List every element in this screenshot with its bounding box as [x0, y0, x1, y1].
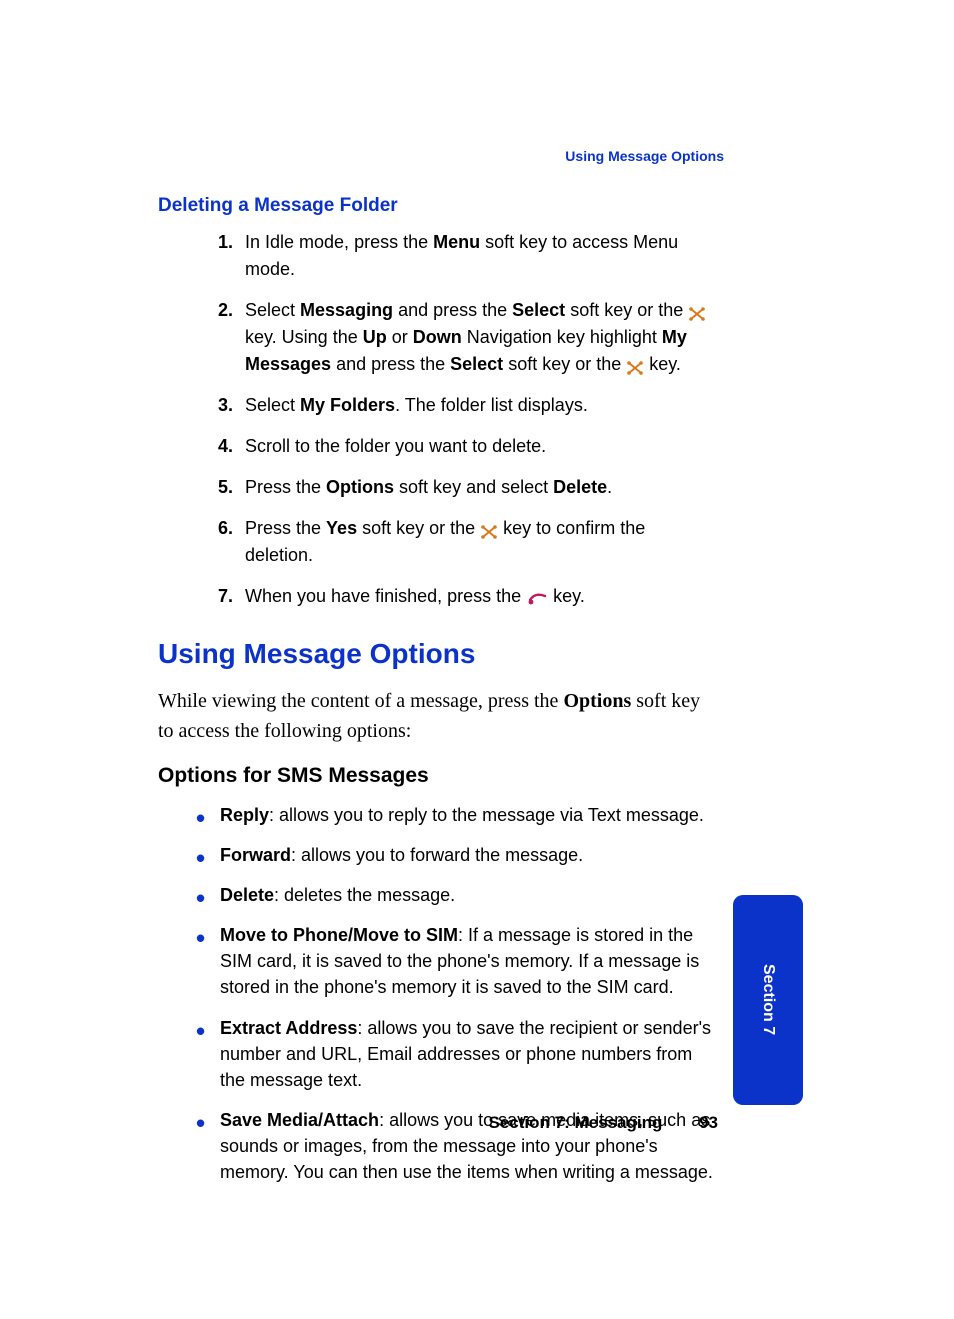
list-item: Delete: deletes the message.	[200, 882, 718, 908]
step-number: 7.	[203, 583, 233, 610]
heading-deleting-folder: Deleting a Message Folder	[158, 195, 718, 217]
list-item: Forward: allows you to forward the messa…	[200, 842, 718, 868]
step-number: 5.	[203, 474, 233, 501]
step-text: Select Messaging and press the Select so…	[245, 297, 718, 378]
heading-using-message-options: Using Message Options	[158, 638, 718, 670]
page-footer: Section 7: Messaging 93	[158, 1113, 718, 1133]
step-number: 1.	[203, 229, 233, 283]
step-number: 6.	[203, 515, 233, 569]
step-number: 4.	[203, 433, 233, 460]
step-number: 3.	[203, 392, 233, 419]
section-tab: Section 7	[733, 895, 803, 1105]
list-item: Reply: allows you to reply to the messag…	[200, 802, 718, 828]
step-text: Press the Options soft key and select De…	[245, 474, 718, 501]
step-text: Scroll to the folder you want to delete.	[245, 433, 718, 460]
step-text: Select My Folders. The folder list displ…	[245, 392, 718, 419]
step-1: 1. In Idle mode, press the Menu soft key…	[203, 229, 718, 283]
step-6: 6. Press the Yes soft key or the key to …	[203, 515, 718, 569]
section-tab-label: Section 7	[759, 964, 777, 1035]
step-number: 2.	[203, 297, 233, 378]
deleting-folder-steps: 1. In Idle mode, press the Menu soft key…	[203, 229, 718, 610]
intro-paragraph: While viewing the content of a message, …	[158, 686, 718, 746]
heading-options-sms: Options for SMS Messages	[158, 764, 718, 788]
step-text: Press the Yes soft key or the key to con…	[245, 515, 718, 569]
step-4: 4. Scroll to the folder you want to dele…	[203, 433, 718, 460]
ok-key-icon	[480, 521, 498, 537]
footer-section-label: Section 7: Messaging	[489, 1113, 663, 1132]
ok-key-icon	[688, 303, 706, 319]
running-head: Using Message Options	[565, 148, 724, 164]
step-7: 7. When you have finished, press the key…	[203, 583, 718, 610]
end-key-icon	[526, 588, 548, 606]
step-5: 5. Press the Options soft key and select…	[203, 474, 718, 501]
step-text: In Idle mode, press the Menu soft key to…	[245, 229, 718, 283]
list-item: Move to Phone/Move to SIM: If a message …	[200, 922, 718, 1000]
step-3: 3. Select My Folders. The folder list di…	[203, 392, 718, 419]
step-text: When you have finished, press the key.	[245, 583, 718, 610]
page-number: 93	[699, 1113, 718, 1132]
step-2: 2. Select Messaging and press the Select…	[203, 297, 718, 378]
page-content: Deleting a Message Folder 1. In Idle mod…	[158, 195, 718, 1199]
list-item: Extract Address: allows you to save the …	[200, 1015, 718, 1093]
ok-key-icon	[626, 357, 644, 373]
